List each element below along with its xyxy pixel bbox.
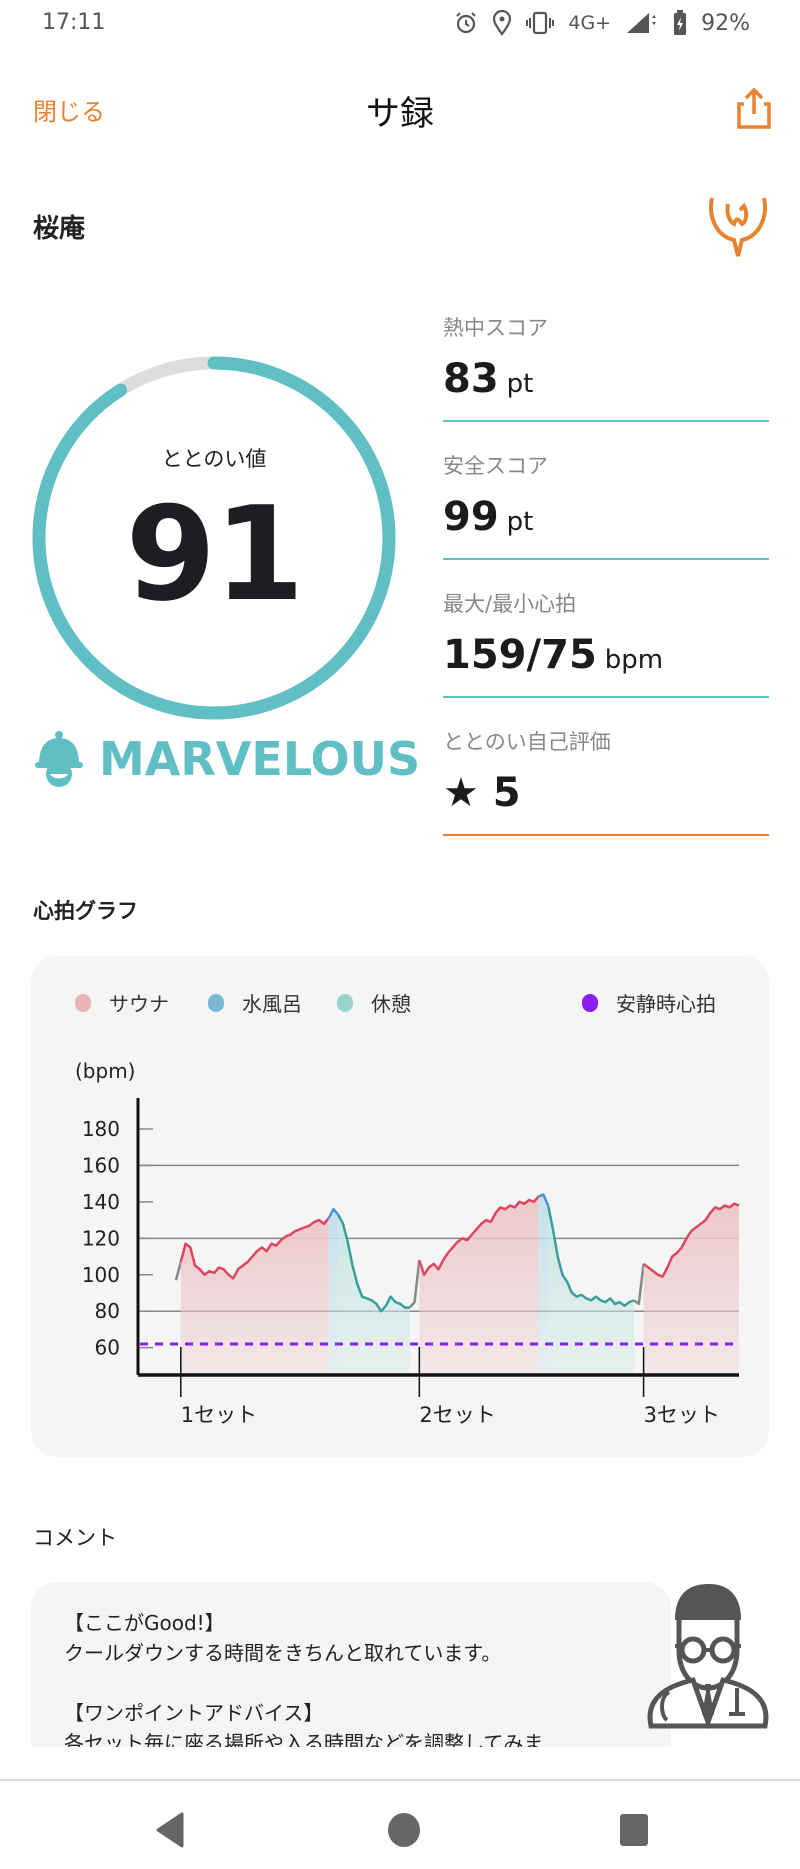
metric-label: ととのい自己評価 xyxy=(443,730,611,754)
legend-dot-sauna xyxy=(75,993,91,1012)
page-title: サ録 xyxy=(366,94,434,134)
metric-self-rating[interactable]: ととのい自己評価 ★ 5 xyxy=(443,726,769,836)
metric-value: ★ 5 xyxy=(443,770,521,816)
back-icon[interactable] xyxy=(152,1810,192,1850)
divider xyxy=(443,420,769,422)
vibrate-icon xyxy=(526,11,555,35)
totonoi-label: ととのい値 xyxy=(161,447,267,471)
sauna-logo-icon[interactable] xyxy=(706,196,770,258)
legend-dot-rest xyxy=(337,993,353,1012)
divider xyxy=(443,696,769,698)
rank-badge: MARVELOUS xyxy=(33,730,420,788)
legend-label: サウナ xyxy=(109,992,169,1016)
recents-icon[interactable] xyxy=(614,1810,654,1850)
heart-graph-title: 心拍グラフ xyxy=(33,899,138,923)
metric-unit: bpm xyxy=(604,645,664,675)
battery-level: 92% xyxy=(701,10,750,36)
doctor-avatar-icon xyxy=(647,1584,769,1730)
facility-name: 桜庵 xyxy=(33,214,86,244)
sauna-hat-icon xyxy=(35,731,83,787)
comment-text: 【ここがGood!】 クールダウンする時間をきちんと取れています。 【ワンポイン… xyxy=(64,1611,544,1747)
divider xyxy=(443,558,769,560)
signal-icon xyxy=(627,13,657,33)
metric-unit: pt xyxy=(506,369,534,399)
battery-charging-icon xyxy=(674,10,687,35)
metric-safety-score: 安全スコア 99 pt xyxy=(443,450,769,560)
metric-value: 159/75 xyxy=(443,632,597,678)
metric-heart-rate: 最大/最小心拍 159/75 bpm xyxy=(443,588,769,698)
legend-label: 水風呂 xyxy=(242,992,302,1016)
rank-text: MARVELOUS xyxy=(99,732,421,786)
status-time: 17:11 xyxy=(42,10,106,35)
legend-label: 安静時心拍 xyxy=(616,992,716,1016)
legend-dot-resting-hr xyxy=(582,993,598,1012)
metric-unit: pt xyxy=(506,507,534,537)
comment-card: 【ここがGood!】 クールダウンする時間をきちんと取れています。 【ワンポイン… xyxy=(31,1582,671,1747)
totonoi-value: 91 xyxy=(125,478,305,630)
alarm-icon xyxy=(456,12,477,34)
metric-value: 83 xyxy=(443,356,499,402)
heart-graph-card xyxy=(31,956,769,1457)
home-icon[interactable] xyxy=(384,1810,424,1850)
metric-label: 最大/最小心拍 xyxy=(443,592,577,616)
legend-label: 休憩 xyxy=(371,992,411,1016)
metric-label: 熱中スコア xyxy=(443,316,548,340)
nav-divider xyxy=(0,1779,800,1781)
network-type: 4G+ xyxy=(568,12,612,34)
divider xyxy=(443,834,769,836)
metric-heat-score: 熱中スコア 83 pt xyxy=(443,312,769,422)
legend-dot-cold-bath xyxy=(208,993,224,1012)
comment-title: コメント xyxy=(33,1526,117,1550)
metric-label: 安全スコア xyxy=(443,454,548,478)
share-icon[interactable] xyxy=(736,86,772,130)
status-bar: 17:11 4G+ 92% xyxy=(0,0,800,46)
metric-value: 99 xyxy=(443,494,499,540)
location-icon xyxy=(493,10,512,36)
